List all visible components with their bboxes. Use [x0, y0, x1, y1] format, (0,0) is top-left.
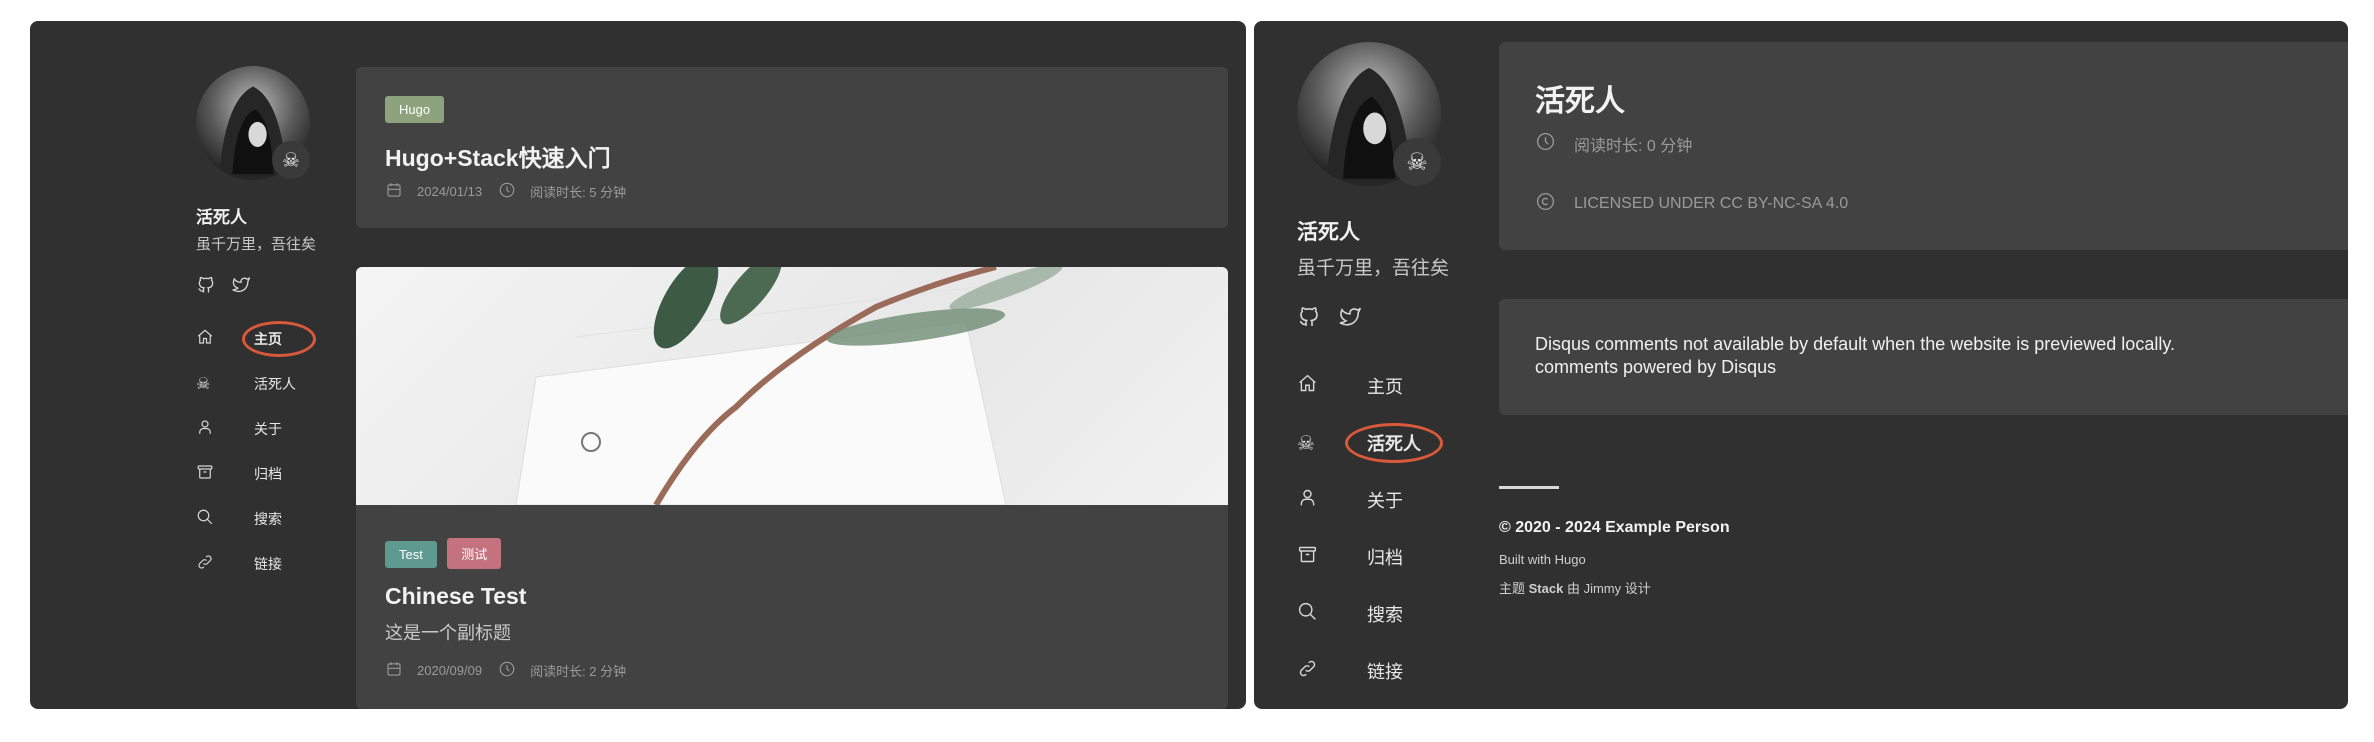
site-name[interactable]: 活死人 — [196, 203, 247, 228]
footer-built-with[interactable]: Built with Hugo — [1499, 552, 1586, 567]
home-icon — [1297, 373, 1345, 399]
link-icon — [196, 553, 236, 576]
comments-message: Disqus comments not available by default… — [1535, 333, 2175, 379]
calendar-icon — [385, 181, 403, 202]
article-card[interactable]: Hugo Hugo+Stack快速入门 2024/01/13 阅读时长: 5 分… — [356, 67, 1228, 228]
archive-icon — [196, 463, 236, 486]
menu-item-label: 主页 — [1367, 377, 1403, 397]
theme-prefix: 主题 — [1499, 581, 1526, 596]
article-title[interactable]: 活死人 — [1535, 76, 1625, 120]
menu-item-archives[interactable]: 归档 — [196, 456, 282, 492]
comments-card: Disqus comments not available by default… — [1499, 299, 2348, 415]
article-meta: 2024/01/13 阅读时长: 5 分钟 — [385, 181, 626, 202]
site-description: 虽千万里，吾往矣 — [196, 236, 317, 253]
clock-icon — [1535, 131, 1556, 157]
tag-ceshi[interactable]: 测试 — [447, 538, 502, 569]
skull-icon: ☠ — [1297, 432, 1315, 455]
article-title[interactable]: Chinese Test — [385, 583, 526, 610]
theme-designer: 由 Jimmy 设计 — [1566, 581, 1651, 596]
article-subtitle: 这是一个副标题 — [385, 623, 511, 643]
menu-item-about[interactable]: 关于 — [196, 411, 282, 447]
clock-icon — [498, 660, 516, 681]
user-icon — [1297, 487, 1345, 513]
twitter-icon[interactable] — [1337, 305, 1363, 334]
license-text: LICENSED UNDER CC BY-NC-SA 4.0 — [1574, 195, 1849, 212]
comments-notice: Disqus comments not available by default… — [1535, 334, 2175, 354]
article-date: 2024/01/13 — [417, 184, 483, 199]
menu-item-links[interactable]: 链接 — [1297, 651, 1403, 691]
footer-copyright: © 2020 - 2024 Example Person — [1499, 519, 1730, 536]
skull-emoji-badge: ☠ — [272, 141, 310, 179]
menu-item-label: 关于 — [254, 421, 282, 437]
article-meta: 阅读时长: 0 分钟 — [1535, 131, 1692, 157]
article-header-card: 活死人 阅读时长: 0 分钟 LICENSED UNDER CC BY-NC-S… — [1499, 42, 2348, 250]
menu-item-huosiren[interactable]: ☠ 活死人 — [196, 366, 296, 402]
social-links — [196, 275, 252, 300]
left-sidebar: ☠ 活死人 虽千万里，吾往矣 主页 ☠ 活死人 关于 归档 搜索 链接 — [30, 21, 360, 709]
calendar-icon — [385, 660, 403, 681]
skull-emoji-badge: ☠ — [1393, 138, 1441, 186]
license-line: LICENSED UNDER CC BY-NC-SA 4.0 — [1535, 191, 1848, 217]
article-date: 2020/09/09 — [417, 663, 483, 678]
menu-item-links[interactable]: 链接 — [196, 546, 282, 582]
twitter-icon[interactable] — [230, 275, 252, 300]
theme-name-link[interactable]: Stack — [1529, 581, 1564, 596]
menu-item-search[interactable]: 搜索 — [1297, 594, 1403, 634]
menu-item-search[interactable]: 搜索 — [196, 501, 282, 537]
menu-item-about[interactable]: 关于 — [1297, 480, 1403, 520]
link-icon — [1297, 658, 1345, 684]
right-screenshot-panel: ☠ 活死人 虽千万里，吾往矣 主页 ☠ 活死人 关于 归档 搜索 链接 活死人 … — [1254, 21, 2348, 709]
highlight-circle — [1345, 423, 1443, 463]
menu-item-label: 搜索 — [1367, 605, 1403, 625]
tag-test[interactable]: Test — [385, 541, 437, 568]
article-card[interactable]: Test 测试 Chinese Test 这是一个副标题 2020/09/09 … — [356, 267, 1228, 709]
menu-item-label: 归档 — [254, 466, 282, 482]
comments-powered-by[interactable]: comments powered by Disqus — [1535, 356, 2175, 379]
site-description: 虽千万里，吾往矣 — [1297, 258, 1450, 279]
menu-item-home[interactable]: 主页 — [1297, 366, 1403, 406]
archive-icon — [1297, 544, 1345, 570]
main-menu: 主页 ☠ 活死人 关于 归档 搜索 链接 — [1297, 366, 1487, 706]
reading-time: 阅读时长: 2 分钟 — [530, 664, 627, 679]
menu-item-label: 活死人 — [254, 376, 296, 392]
tag-list: Hugo — [385, 96, 445, 123]
article-cover-image[interactable] — [356, 267, 1228, 505]
left-screenshot-panel: ☠ 活死人 虽千万里，吾往矣 主页 ☠ 活死人 关于 归档 搜索 链接 Hugo… — [30, 21, 1246, 709]
article-meta: 2020/09/09 阅读时长: 2 分钟 — [385, 660, 626, 681]
social-links — [1297, 305, 1363, 334]
site-name[interactable]: 活死人 — [1297, 216, 1360, 246]
footer-theme-line: 主题 Stack 由 Jimmy 设计 — [1499, 578, 1651, 597]
github-icon[interactable] — [1297, 305, 1321, 334]
tag-hugo[interactable]: Hugo — [385, 96, 445, 123]
reading-time: 阅读时长: 5 分钟 — [530, 185, 627, 200]
menu-item-label: 搜索 — [254, 511, 282, 527]
main-menu: 主页 ☠ 活死人 关于 归档 搜索 链接 — [196, 321, 356, 621]
search-icon — [1297, 601, 1345, 627]
user-icon — [196, 418, 236, 441]
menu-item-label: 关于 — [1367, 491, 1403, 511]
menu-item-label: 归档 — [1367, 548, 1403, 568]
clock-icon — [498, 181, 516, 202]
search-icon — [196, 508, 236, 531]
highlight-circle — [242, 321, 316, 357]
article-title[interactable]: Hugo+Stack快速入门 — [385, 139, 611, 173]
right-sidebar: ☠ 活死人 虽千万里，吾往矣 主页 ☠ 活死人 关于 归档 搜索 链接 — [1254, 21, 1494, 709]
skull-icon: ☠ — [196, 376, 211, 393]
footer-divider — [1499, 486, 1559, 489]
github-icon[interactable] — [196, 275, 216, 300]
tag-list: Test 测试 — [385, 538, 502, 569]
home-icon — [196, 328, 236, 351]
menu-item-archives[interactable]: 归档 — [1297, 537, 1403, 577]
menu-item-label: 链接 — [254, 556, 282, 572]
menu-item-label: 链接 — [1367, 662, 1403, 682]
reading-time: 阅读时长: 0 分钟 — [1574, 138, 1693, 155]
copyright-icon — [1535, 191, 1556, 217]
